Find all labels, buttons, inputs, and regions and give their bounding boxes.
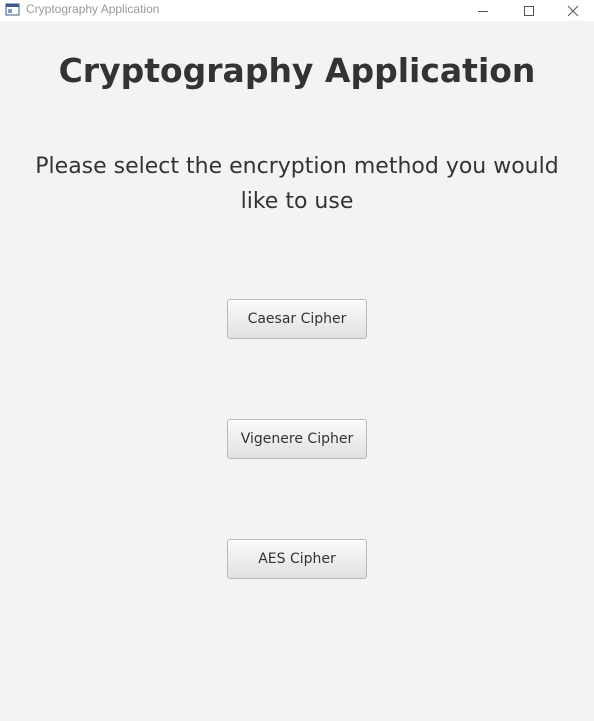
page-title: Cryptography Application xyxy=(58,51,536,90)
app-window-icon xyxy=(5,3,20,16)
window-titlebar[interactable]: Cryptography Application xyxy=(0,0,594,21)
maximize-icon xyxy=(524,5,534,16)
maximize-button[interactable] xyxy=(506,0,552,21)
vigenere-cipher-button[interactable]: Vigenere Cipher xyxy=(227,419,367,459)
main-panel: Cryptography Application Please select t… xyxy=(0,21,594,721)
instruction-text: Please select the encryption method you … xyxy=(35,154,559,214)
minimize-icon xyxy=(478,10,488,12)
minimize-button[interactable] xyxy=(460,0,506,21)
aes-cipher-button[interactable]: AES Cipher xyxy=(227,539,367,579)
close-icon xyxy=(567,5,579,16)
close-button[interactable] xyxy=(550,0,594,21)
caesar-cipher-button[interactable]: Caesar Cipher xyxy=(227,299,367,339)
window-title: Cryptography Application xyxy=(26,2,160,16)
